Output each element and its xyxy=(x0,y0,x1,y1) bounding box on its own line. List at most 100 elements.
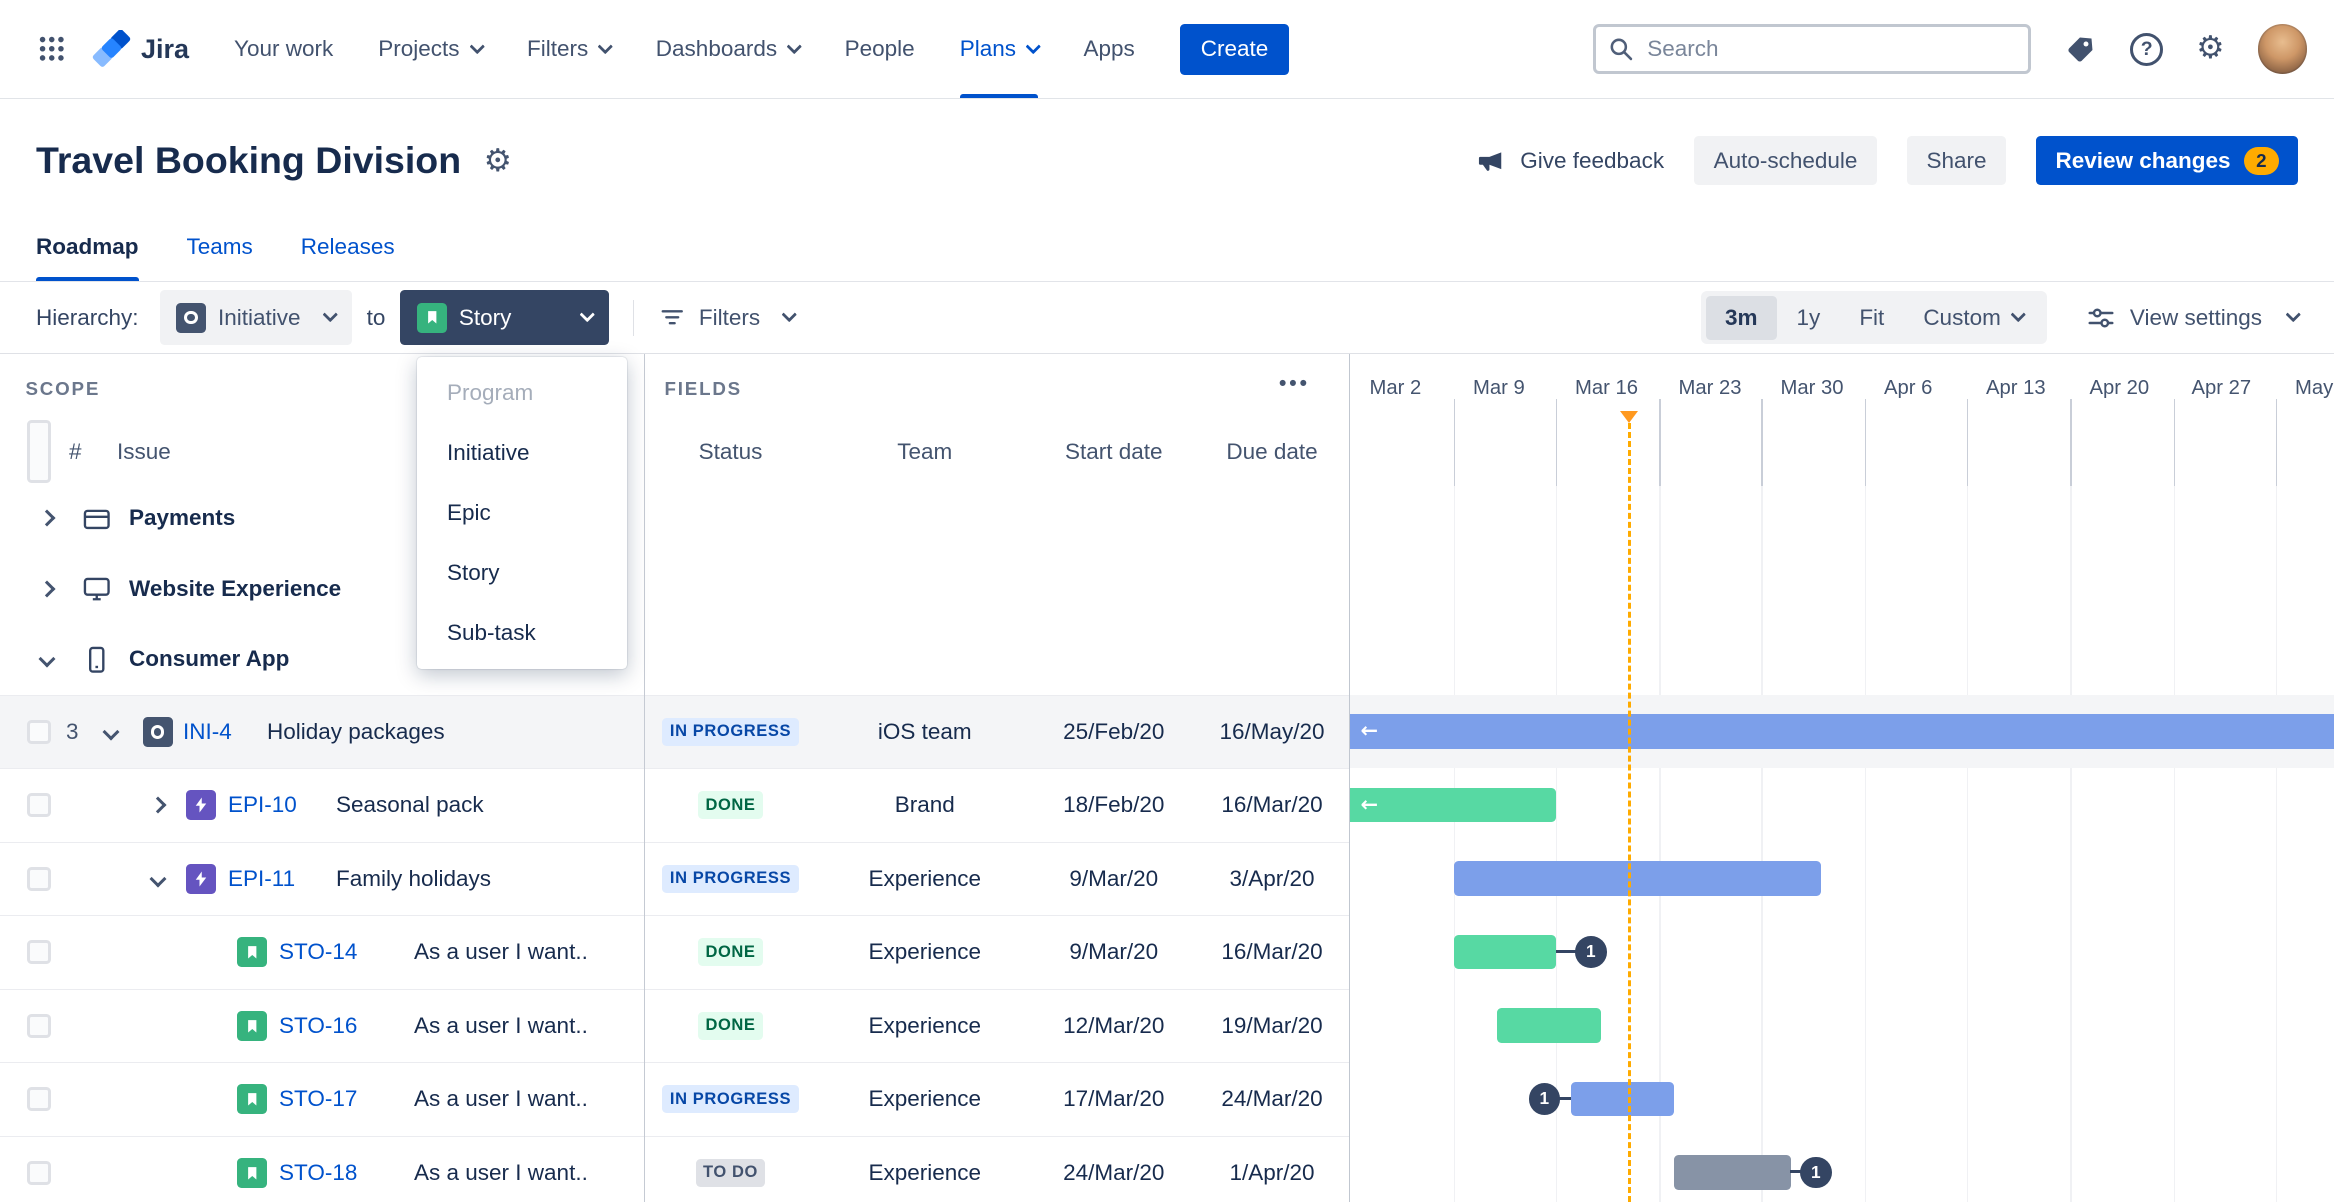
issue-key-link[interactable]: STO-16 xyxy=(279,990,357,1063)
nav-people[interactable]: People xyxy=(845,0,915,98)
review-changes-button[interactable]: Review changes 2 xyxy=(2035,135,2298,186)
hierarchy-type-menu: Program Initiative Epic Story Sub-task xyxy=(417,357,627,669)
menu-item-epic[interactable]: Epic xyxy=(417,483,627,543)
status-badge: TO DO xyxy=(695,1158,766,1187)
tag-button[interactable] xyxy=(2064,33,2097,66)
issue-key-link[interactable]: STO-17 xyxy=(279,1063,357,1136)
zoom-custom[interactable]: Custom xyxy=(1904,296,2043,340)
more-options-icon[interactable]: ••• xyxy=(1279,372,1310,396)
start-date-cell: 25/Feb/20 xyxy=(1063,718,1165,744)
share-button[interactable]: Share xyxy=(1906,135,2006,186)
issue-summary: Seasonal pack xyxy=(336,792,484,818)
row-checkbox[interactable] xyxy=(27,719,51,744)
search-icon xyxy=(1610,38,1633,61)
select-all-checkbox[interactable] xyxy=(27,420,51,483)
jira-logo[interactable]: Jira xyxy=(92,29,190,69)
issue-row-sto-16[interactable]: STO-16 As a user I want.. xyxy=(0,988,644,1063)
chevron-right-icon[interactable] xyxy=(149,796,166,814)
dependency-badge[interactable]: 1 xyxy=(1800,1156,1832,1188)
gantt-bar-epi-11[interactable] xyxy=(1453,861,1821,896)
gantt-bar-sto-17[interactable] xyxy=(1570,1081,1674,1116)
status-badge: IN PROGRESS xyxy=(662,717,799,746)
initiative-type-icon xyxy=(176,302,207,333)
settings-button[interactable]: ⚙ xyxy=(2196,33,2224,65)
team-cell: Experience xyxy=(868,1159,982,1185)
create-button[interactable]: Create xyxy=(1179,23,1290,75)
gantt-bar-epi-10[interactable]: ← xyxy=(1350,787,1556,822)
timeline-date-header: Mar 2 Mar 9 Mar 16 Mar 23 Mar 30 Apr 6 A… xyxy=(1350,354,2334,420)
menu-item-story[interactable]: Story xyxy=(417,543,627,603)
issue-row-sto-18[interactable]: STO-18 As a user I want.. xyxy=(0,1135,644,1202)
team-cell: Experience xyxy=(868,1012,982,1038)
help-button[interactable]: ? xyxy=(2130,32,2164,66)
issue-row-ini-4[interactable]: 3 INI-4 Holiday packages xyxy=(0,694,644,769)
timeline-date-label: Apr 6 xyxy=(1884,376,1933,399)
nav-filters[interactable]: Filters xyxy=(527,0,613,98)
issue-key-link[interactable]: INI-4 xyxy=(183,696,232,769)
hierarchy-to-dropdown[interactable]: Story xyxy=(400,289,609,346)
search-box[interactable] xyxy=(1593,24,2032,74)
zoom-3m[interactable]: 3m xyxy=(1705,295,1778,340)
plan-settings-gear-icon[interactable]: ⚙ xyxy=(484,143,512,179)
dependency-badge[interactable]: 1 xyxy=(1575,936,1607,968)
group-label: Payments xyxy=(129,505,236,531)
chevron-right-icon[interactable] xyxy=(38,580,55,598)
row-checkbox[interactable] xyxy=(27,1087,51,1111)
row-checkbox[interactable] xyxy=(27,866,51,891)
gantt-bar-sto-16[interactable] xyxy=(1497,1008,1601,1043)
hierarchy-from-dropdown[interactable]: Initiative xyxy=(159,289,352,346)
due-date-cell: 16/May/20 xyxy=(1219,718,1325,744)
row-checkbox[interactable] xyxy=(27,1160,51,1185)
chevron-down-icon[interactable] xyxy=(149,870,166,888)
timeline-date-label: Mar 23 xyxy=(1678,376,1742,399)
user-avatar[interactable] xyxy=(2257,24,2307,74)
epic-icon xyxy=(186,863,216,894)
issue-row-epi-10[interactable]: EPI-10 Seasonal pack xyxy=(0,768,644,842)
tab-teams[interactable]: Teams xyxy=(187,234,253,281)
app-switcher-button[interactable] xyxy=(30,27,74,71)
help-icon: ? xyxy=(2130,32,2164,66)
chevron-right-icon[interactable] xyxy=(38,509,55,527)
start-date-cell: 9/Mar/20 xyxy=(1069,865,1159,891)
gantt-bar-sto-14[interactable] xyxy=(1453,934,1556,969)
dependency-badge[interactable]: 1 xyxy=(1528,1083,1560,1115)
issue-row-sto-17[interactable]: STO-17 As a user I want.. xyxy=(0,1062,644,1136)
zoom-1y[interactable]: 1y xyxy=(1777,296,1840,340)
filters-dropdown[interactable]: Filters xyxy=(658,303,797,332)
chevron-down-icon[interactable] xyxy=(102,723,120,741)
nav-dashboards[interactable]: Dashboards xyxy=(656,0,802,98)
nav-projects[interactable]: Projects xyxy=(378,0,485,98)
tab-roadmap[interactable]: Roadmap xyxy=(36,234,140,282)
issue-key-link[interactable]: EPI-10 xyxy=(228,769,297,842)
tab-releases[interactable]: Releases xyxy=(301,234,395,281)
menu-item-initiative[interactable]: Initiative xyxy=(417,423,627,483)
nav-apps[interactable]: Apps xyxy=(1083,0,1134,98)
chevron-down-icon[interactable] xyxy=(38,650,55,668)
row-checkbox[interactable] xyxy=(27,793,51,817)
page-header: Travel Booking Division ⚙ Give feedback … xyxy=(0,99,2334,204)
issue-key-link[interactable]: STO-14 xyxy=(279,916,357,989)
toolbar-divider xyxy=(632,299,635,336)
monitor-icon xyxy=(81,554,113,625)
nav-your-work[interactable]: Your work xyxy=(234,0,333,98)
timeline-date-label: Apr 13 xyxy=(1986,376,2046,399)
issue-key-link[interactable]: EPI-11 xyxy=(228,843,295,916)
fields-header-row: Status Team Start date Due date xyxy=(645,420,1349,483)
zoom-fit[interactable]: Fit xyxy=(1840,296,1904,340)
view-settings-dropdown[interactable]: View settings xyxy=(2086,303,2301,333)
story-icon xyxy=(237,1157,267,1188)
nav-plans[interactable]: Plans xyxy=(959,0,1041,99)
give-feedback-button[interactable]: Give feedback xyxy=(1475,145,1664,177)
row-checkbox[interactable] xyxy=(27,940,51,964)
auto-schedule-button[interactable]: Auto-schedule xyxy=(1694,135,1877,186)
issue-row-sto-14[interactable]: STO-14 As a user I want.. xyxy=(0,915,644,989)
jira-logo-text: Jira xyxy=(141,33,190,64)
gantt-bar-ini-4[interactable]: ← xyxy=(1350,714,2334,749)
menu-item-subtask[interactable]: Sub-task xyxy=(417,603,627,663)
search-input[interactable] xyxy=(1644,34,2017,64)
gantt-bar-sto-18[interactable] xyxy=(1674,1155,1791,1190)
issue-key-link[interactable]: STO-18 xyxy=(279,1137,357,1202)
issue-row-epi-11[interactable]: EPI-11 Family holidays xyxy=(0,841,644,916)
row-checkbox[interactable] xyxy=(27,1013,51,1038)
chevron-down-icon xyxy=(322,307,338,322)
